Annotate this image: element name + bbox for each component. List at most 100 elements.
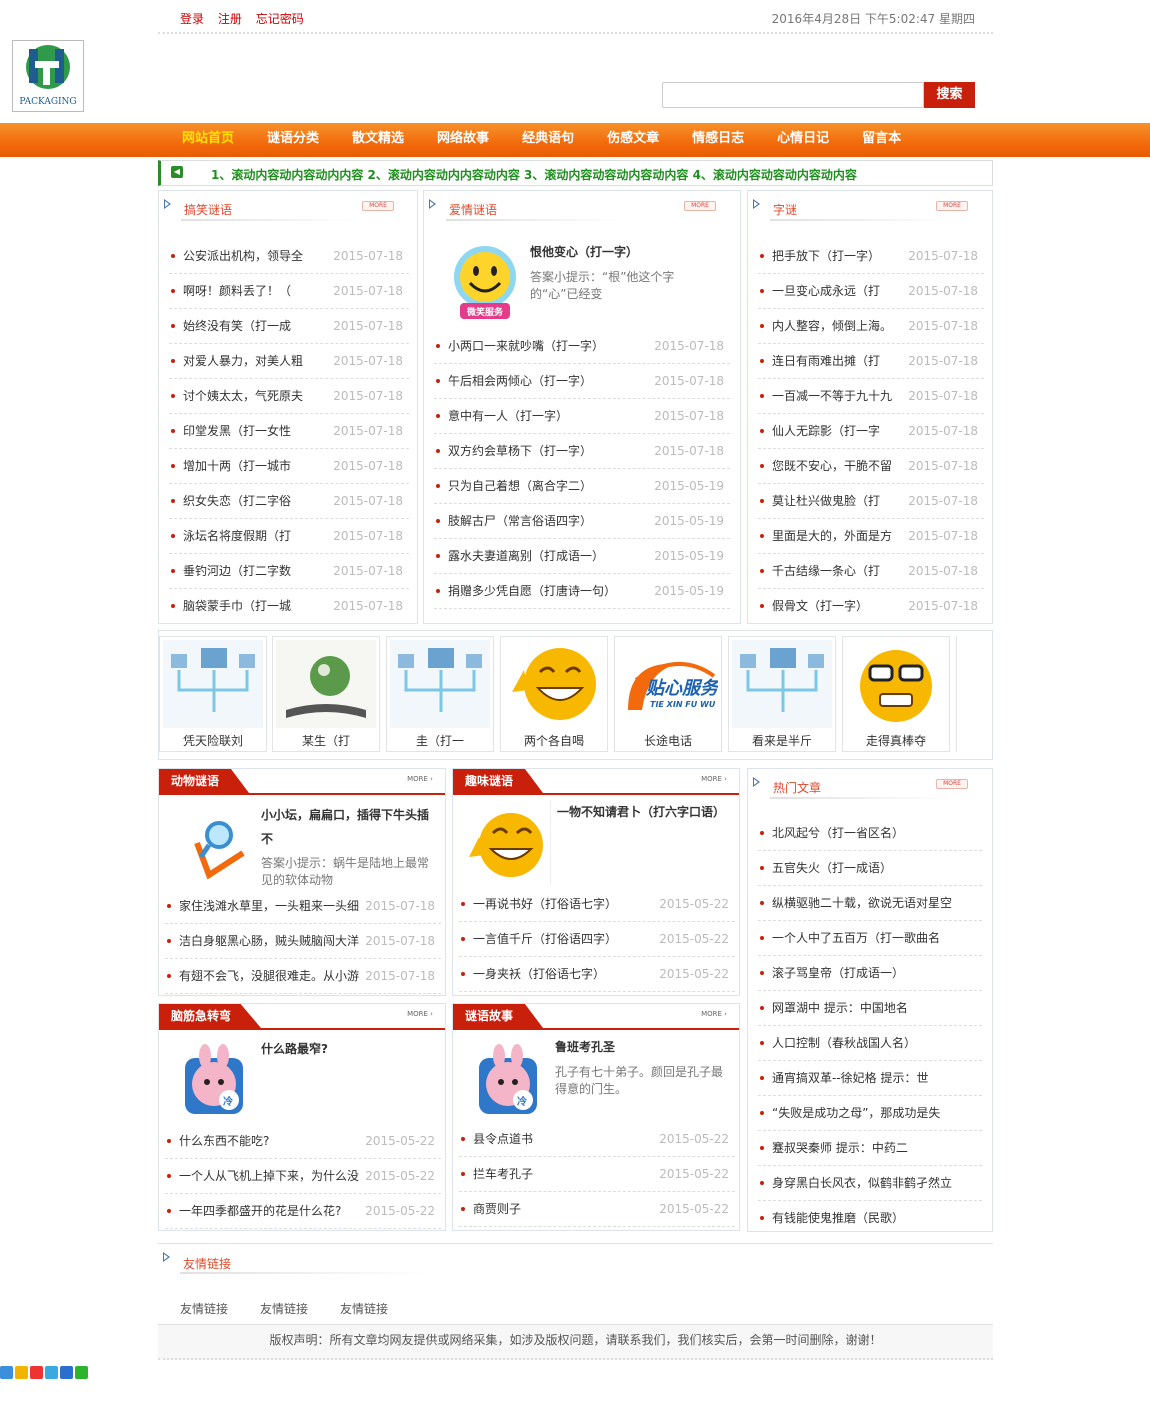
list-item[interactable]: 织女失恋（打二字俗 2015-07-18 (169, 484, 409, 519)
list-item[interactable]: 泳坛名将度假期（打 2015-07-18 (169, 519, 409, 554)
list-item[interactable]: 蹇叔哭秦师 提示：中药二 (758, 1131, 982, 1166)
more-button[interactable]: MORE (936, 779, 968, 789)
list-item[interactable]: 只为自己着想（离合字二） 2015-05-19 (434, 469, 730, 504)
qzone-icon[interactable] (15, 1366, 28, 1379)
list-item[interactable]: 一言值千斤（打俗语四字） 2015-05-22 (459, 922, 735, 957)
wechat-icon[interactable] (75, 1366, 88, 1379)
list-item[interactable]: 捐赠多少凭自愿（打唐诗一句） 2015-05-19 (434, 574, 730, 609)
list-item[interactable]: 有钱能使鬼推磨（民歌） (758, 1201, 982, 1236)
nav-home[interactable]: 网站首页 (182, 123, 234, 155)
list-item[interactable]: 一个人中了五百万（打一歌曲名 (758, 921, 982, 956)
list-item[interactable]: 县令点道书 2015-05-22 (459, 1122, 735, 1157)
share-plus-icon[interactable] (0, 1366, 13, 1379)
list-item[interactable]: 一再说书好（打俗语七字） 2015-05-22 (459, 887, 735, 922)
list-item[interactable]: 有翅不会飞，没腿很难走。从小游 2015-07-18 (165, 959, 441, 994)
list-item[interactable]: 洁白身躯黑心肠，贼头贼脑闯大洋 2015-07-18 (165, 924, 441, 959)
list-item[interactable]: 滚子骂皇帝（打成语一） (758, 956, 982, 991)
featured-title[interactable]: 小小坛，扁扁口，插得下牛头插不 (261, 803, 437, 851)
ticker-text[interactable]: 1、滚动内容动内容动内内容 2、滚动内容动内内容动内容 3、滚动内容动容动内容动… (211, 166, 857, 183)
thumb-item[interactable]: 凭天险联刘 (159, 636, 267, 752)
more-button[interactable]: MORE › (701, 775, 727, 783)
nav-sad-articles[interactable]: 伤感文章 (607, 123, 659, 155)
list-item[interactable]: 连日有雨难出摊（打 2015-07-18 (758, 344, 984, 379)
list-item[interactable]: 脑袋蒙手巾（打一城 2015-07-18 (169, 589, 409, 624)
victory-smiley-icon[interactable] (463, 801, 551, 885)
list-item[interactable]: 小两口一来就吵嘴（打一字） 2015-07-18 (434, 329, 730, 364)
list-item[interactable]: 垂钓河边（打二字数 2015-07-18 (169, 554, 409, 589)
thumb-item[interactable]: 走得真棒夺 (842, 636, 950, 752)
weibo-icon[interactable] (30, 1366, 43, 1379)
nav-guestbook[interactable]: 留言本 (862, 123, 901, 155)
search-button[interactable]: 搜索 (924, 82, 975, 108)
list-item[interactable]: 对爱人暴力，对美人粗 2015-07-18 (169, 344, 409, 379)
thumb-item[interactable]: 贴心服务 TIE XIN FU WU 长途电话 (614, 636, 722, 752)
magnifier-icon[interactable] (187, 813, 247, 883)
list-item[interactable]: 一旦变心成永远（打 2015-07-18 (758, 274, 984, 309)
more-button[interactable]: MORE › (407, 1010, 433, 1018)
list-item[interactable]: 人口控制（春秋战国人名） (758, 1026, 982, 1061)
list-item[interactable]: “失败是成功之母”，那成功是失 (758, 1096, 982, 1131)
list-item[interactable]: 什么东西不能吃? 2015-05-22 (165, 1124, 441, 1159)
list-item[interactable]: 仙人无踪影（打一字 2015-07-18 (758, 414, 984, 449)
list-item[interactable]: 讨个姨太太，气死原夫 2015-07-18 (169, 379, 409, 414)
list-item[interactable]: 一个人从飞机上掉下来，为什么没 2015-05-22 (165, 1159, 441, 1194)
list-item[interactable]: 双方约会草杨下（打一字） 2015-07-18 (434, 434, 730, 469)
list-item[interactable]: 莫让杜兴做鬼脸（打 2015-07-18 (758, 484, 984, 519)
list-item[interactable]: 增加十两（打一城市 2015-07-18 (169, 449, 409, 484)
thumb-item[interactable]: 两个各自喝 (500, 636, 608, 752)
featured-title[interactable]: 鲁班考孔圣 (555, 1036, 615, 1058)
nav-mood-diary[interactable]: 心情日记 (777, 123, 829, 155)
list-item[interactable]: 身穿黑白长风衣，似鹤非鹤孑然立 (758, 1166, 982, 1201)
list-item[interactable]: 内人整容，倾倒上海。 2015-07-18 (758, 309, 984, 344)
friend-link[interactable]: 友情链接 (180, 1300, 228, 1317)
thumb-item[interactable]: 某生（打 (272, 636, 380, 752)
list-item[interactable]: 您既不安心，干脆不留 2015-07-18 (758, 449, 984, 484)
list-item[interactable]: 千古结缘一条心（打 2015-07-18 (758, 554, 984, 589)
renren-icon[interactable] (60, 1366, 73, 1379)
list-item[interactable]: 露水夫妻道离别（打成语一） 2015-05-19 (434, 539, 730, 574)
friend-link[interactable]: 友情链接 (340, 1300, 388, 1317)
site-logo[interactable]: PACKAGING (12, 40, 84, 112)
smiley-image[interactable]: 微笑服务 (446, 241, 524, 325)
more-button[interactable]: MORE › (407, 775, 433, 783)
thumb-item[interactable]: 看来是半斤 (728, 636, 836, 752)
nav-stories[interactable]: 网络故事 (437, 123, 489, 155)
list-item[interactable]: 家住浅滩水草里，一头粗来一头细 2015-07-18 (165, 889, 441, 924)
list-item[interactable]: 里面是大的，外面是方 2015-07-18 (758, 519, 984, 554)
list-item[interactable]: 一年四季都盛开的花是什么花? 2015-05-22 (165, 1194, 441, 1229)
friend-link[interactable]: 友情链接 (260, 1300, 308, 1317)
list-item[interactable]: 一百减一不等于九十九 2015-07-18 (758, 379, 984, 414)
register-link[interactable]: 注册 (218, 12, 242, 26)
nav-riddle-category[interactable]: 谜语分类 (267, 123, 319, 155)
more-button[interactable]: MORE (684, 201, 716, 211)
list-item[interactable]: 印堂发黑（打一女性 2015-07-18 (169, 414, 409, 449)
list-item[interactable]: 始终没有笑（打一成 2015-07-18 (169, 309, 409, 344)
list-item[interactable]: 五官失火（打一成语） (758, 851, 982, 886)
more-button[interactable]: MORE (936, 201, 968, 211)
list-item[interactable]: 把手放下（打一字） 2015-07-18 (758, 239, 984, 274)
list-item[interactable]: 假骨文（打一字） 2015-07-18 (758, 589, 984, 624)
list-item[interactable]: 公安派出机构，领导全 2015-07-18 (169, 239, 409, 274)
rabbit-icon[interactable]: 冷 (477, 1044, 539, 1116)
featured-title[interactable]: 什么路最窄? (261, 1038, 328, 1060)
list-item[interactable]: 网罩湖中 提示：中国地名 (758, 991, 982, 1026)
list-item[interactable]: 午后相会两倾心（打一字） 2015-07-18 (434, 364, 730, 399)
nav-quotes[interactable]: 经典语句 (522, 123, 574, 155)
thumb-item[interactable]: 圭（打一 (386, 636, 494, 752)
tencent-weibo-icon[interactable] (45, 1366, 58, 1379)
list-item[interactable]: 啊呀！颜料丢了！（ 2015-07-18 (169, 274, 409, 309)
more-button[interactable]: MORE › (701, 1010, 727, 1018)
list-item[interactable]: 纵横驱驰二十载，欲说无语对星空 (758, 886, 982, 921)
list-item[interactable]: 通宵搞双革--徐妃格 提示：世 (758, 1061, 982, 1096)
nav-essays[interactable]: 散文精选 (352, 123, 404, 155)
more-button[interactable]: MORE (362, 201, 394, 211)
login-link[interactable]: 登录 (180, 12, 204, 26)
nav-emotion-log[interactable]: 情感日志 (692, 123, 744, 155)
search-input[interactable] (662, 82, 924, 108)
list-item[interactable]: 商贾则子 2015-05-22 (459, 1192, 735, 1227)
rabbit-icon[interactable]: 冷 (183, 1044, 245, 1116)
list-item[interactable]: 一身夹袄（打俗语七字） 2015-05-22 (459, 957, 735, 992)
list-item[interactable]: 肢解古尸（常言俗语四字） 2015-05-19 (434, 504, 730, 539)
list-item[interactable]: 拦车考孔子 2015-05-22 (459, 1157, 735, 1192)
list-item[interactable]: 北风起兮（打一省区名） (758, 816, 982, 851)
